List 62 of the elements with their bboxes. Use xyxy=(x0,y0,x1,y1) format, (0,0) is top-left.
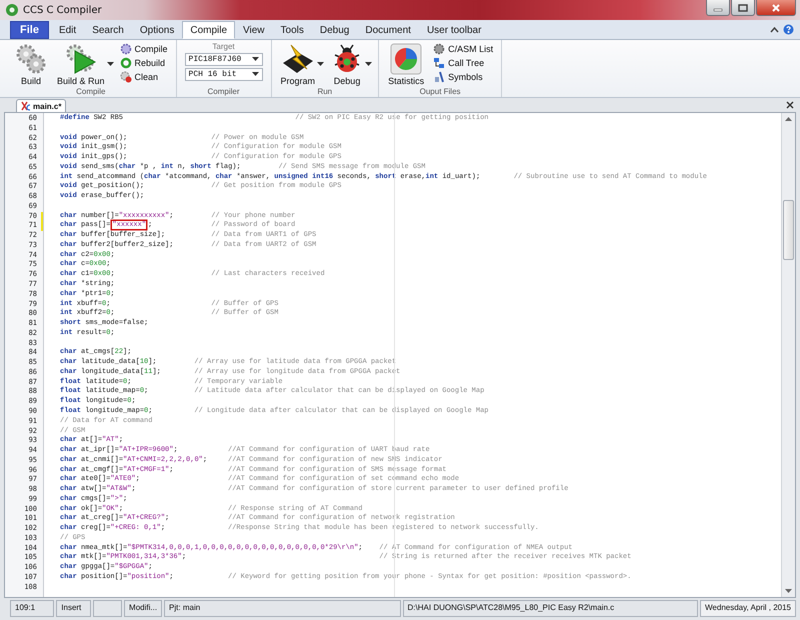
ribbon-button[interactable]: Debug xyxy=(328,42,366,86)
symbols-icon xyxy=(433,70,446,82)
maximize-icon xyxy=(738,4,748,12)
file-icon xyxy=(21,101,31,111)
ribbon-button[interactable]: Symbols xyxy=(431,70,496,83)
dropdown-arrow-icon xyxy=(252,57,259,62)
ribbon-tab[interactable]: Search xyxy=(84,21,132,39)
ribbon-button[interactable]: Rebuild xyxy=(118,56,170,69)
ribbon-tab[interactable]: Tools xyxy=(272,21,312,39)
collapse-icon[interactable] xyxy=(770,26,779,33)
file-tab[interactable]: main.c* xyxy=(16,99,66,112)
scroll-thumb[interactable] xyxy=(783,200,794,260)
close-icon xyxy=(771,4,781,12)
maximize-button[interactable] xyxy=(731,0,755,16)
project-name: Pjt: main xyxy=(164,600,401,617)
ribbon-button[interactable]: Clean xyxy=(118,70,170,83)
gear-icon xyxy=(120,42,132,54)
insert-mode: Insert xyxy=(56,600,92,617)
clean-icon xyxy=(120,70,132,82)
scroll-up-icon[interactable] xyxy=(785,116,792,122)
ribbon-button[interactable]: C/ASM List xyxy=(431,42,496,55)
dropdown-arrow-icon xyxy=(252,72,259,77)
app-icon xyxy=(5,3,19,17)
group-label: Ouput Files xyxy=(418,87,462,97)
ribbon-button[interactable]: Compile xyxy=(118,42,170,55)
field-caption: Target xyxy=(211,42,236,51)
ribbon-button[interactable]: Call Tree xyxy=(431,56,496,69)
close-icon[interactable] xyxy=(786,101,794,109)
ribbon-tab[interactable]: View xyxy=(235,21,273,39)
file-path: D:\HAI DUONG\SP\ATC28\M95_L80_PIC Easy R2\main.c xyxy=(402,600,698,617)
ribbon-tab[interactable]: Document xyxy=(357,21,419,39)
ribbon-tab[interactable]: Options xyxy=(132,21,182,39)
date-text: Wednesday, April , 2015 xyxy=(700,600,796,617)
scroll-down-icon[interactable] xyxy=(785,588,792,594)
gear-icon xyxy=(433,42,446,54)
pie-chart-icon xyxy=(390,43,422,75)
ribbon-tab[interactable]: User toolbar xyxy=(418,21,490,39)
ribbon-button[interactable]: Build & Run xyxy=(54,42,108,86)
tree-icon xyxy=(433,56,446,68)
cursor-position: 109:1 xyxy=(10,600,54,617)
close-button[interactable] xyxy=(756,0,796,16)
help-icon[interactable] xyxy=(783,24,794,35)
dropdown[interactable]: PCH 16 bit xyxy=(184,68,263,81)
window-title: CCS C Compiler xyxy=(23,4,102,16)
group-label: Compiler xyxy=(206,87,241,97)
gears-icon xyxy=(15,43,47,75)
modified-status: Modifi... xyxy=(124,600,162,617)
ribbon-tab[interactable]: Compile xyxy=(182,21,236,39)
ribbon-tab[interactable]: Edit xyxy=(50,21,84,39)
ribbon-button[interactable]: Build xyxy=(12,42,50,86)
dropdown[interactable]: PIC18F87J60 xyxy=(184,53,263,66)
file-menu-button[interactable]: File xyxy=(10,21,49,39)
ribbon-button[interactable]: Statistics xyxy=(385,42,428,86)
ribbon-button[interactable]: Program xyxy=(278,42,318,86)
minimize-button[interactable] xyxy=(706,0,730,16)
status-field xyxy=(93,600,122,617)
ribbon-tab[interactable]: Debug xyxy=(312,21,358,39)
group-label: Run xyxy=(316,87,334,97)
lightning-chip-icon xyxy=(280,43,315,75)
scrollbar[interactable] xyxy=(781,113,795,597)
group-label: Compile xyxy=(75,87,106,97)
refresh-icon xyxy=(120,56,132,68)
